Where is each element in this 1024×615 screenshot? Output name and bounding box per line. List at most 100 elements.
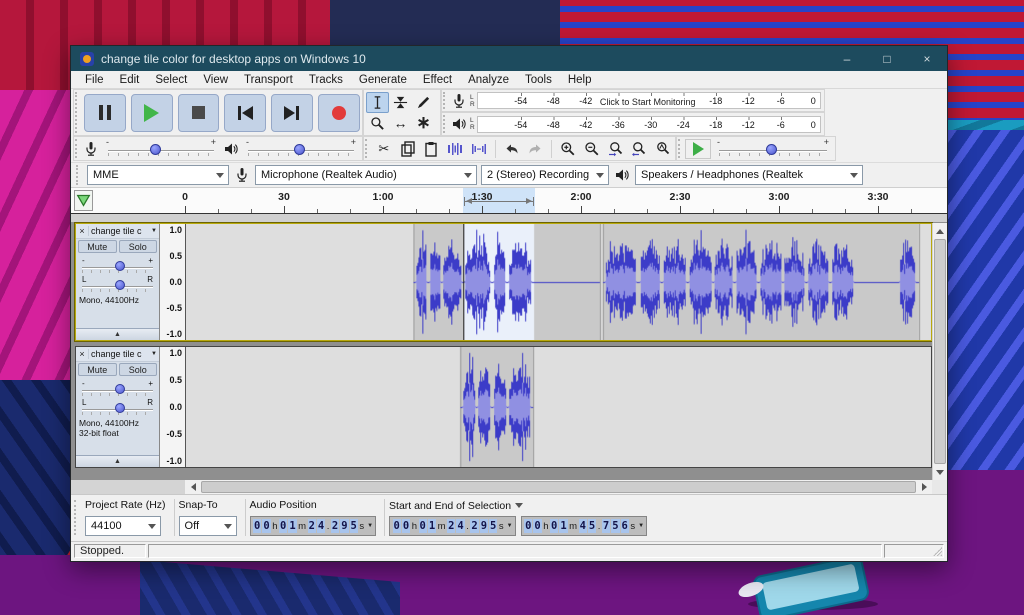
stop-button[interactable]: [178, 94, 220, 132]
zoom-tool-button[interactable]: [366, 113, 389, 134]
time-unit-label[interactable]: h: [542, 521, 549, 532]
track-2-vertical-ruler[interactable]: 1.0 0.5 0.0 -0.5 -1.0: [160, 347, 186, 467]
time-unit-label[interactable]: h: [411, 521, 418, 532]
redo-button[interactable]: [523, 138, 547, 159]
mute-button[interactable]: Mute: [78, 240, 117, 253]
dropdown-arrow-icon[interactable]: ▼: [638, 523, 644, 529]
audio-track-1[interactable]: × change tile c ▼ Mute Solo - +: [75, 223, 932, 341]
time-digit[interactable]: 0: [550, 519, 558, 533]
toolbar-grip[interactable]: [74, 500, 79, 535]
playback-meter-scale[interactable]: -54-48-42-36-30-24-18-12-60: [477, 116, 821, 133]
recording-meter-scale[interactable]: -54-48-42 Click to Start Monitoring -18-…: [477, 92, 821, 109]
silence-audio-button[interactable]: [467, 138, 491, 159]
selection-mode-dropdown[interactable]: Start and End of Selection: [389, 499, 647, 512]
recording-volume-slider[interactable]: - +: [106, 141, 216, 157]
track-collapse-button[interactable]: ▲: [76, 455, 159, 467]
time-digit[interactable]: 0: [533, 519, 541, 533]
zoom-in-button[interactable]: [556, 138, 580, 159]
slider-thumb[interactable]: [115, 403, 125, 413]
time-digit[interactable]: 4: [317, 519, 325, 533]
mute-button[interactable]: Mute: [78, 363, 117, 376]
undo-button[interactable]: [500, 138, 524, 159]
paste-button[interactable]: [419, 138, 443, 159]
time-digit[interactable]: 2: [308, 519, 316, 533]
scroll-down-button[interactable]: [933, 465, 947, 480]
time-digit[interactable]: 6: [621, 519, 629, 533]
time-digit[interactable]: 0: [393, 519, 401, 533]
audio-host-select[interactable]: MME: [87, 165, 229, 185]
trim-audio-button[interactable]: [443, 138, 467, 159]
menu-item[interactable]: Select: [147, 74, 195, 86]
maximize-button[interactable]: □: [867, 46, 907, 71]
timeline-options-button[interactable]: [74, 190, 93, 211]
time-unit-label[interactable]: .: [326, 521, 331, 532]
time-unit-label[interactable]: m: [568, 521, 578, 532]
track-1-vertical-ruler[interactable]: 1.0 0.5 0.0 -0.5 -1.0: [160, 224, 186, 340]
time-unit-label[interactable]: m: [297, 521, 307, 532]
time-digit[interactable]: 4: [579, 519, 587, 533]
menu-item[interactable]: Transport: [236, 74, 301, 86]
track-2-waveform-area[interactable]: [186, 347, 931, 467]
fit-selection-button[interactable]: [604, 138, 628, 159]
slider-thumb[interactable]: [766, 144, 777, 155]
cut-button[interactable]: ✂: [372, 138, 396, 159]
track-close-button[interactable]: ×: [76, 226, 89, 236]
time-digit[interactable]: 0: [419, 519, 427, 533]
vertical-scrollbar-thumb[interactable]: [934, 239, 946, 464]
time-unit-label[interactable]: s: [629, 521, 636, 532]
dropdown-arrow-icon[interactable]: ▼: [507, 523, 513, 529]
slider-thumb[interactable]: [294, 144, 305, 155]
pause-button[interactable]: [84, 94, 126, 132]
draw-tool-button[interactable]: [412, 92, 435, 113]
time-digit[interactable]: 1: [288, 519, 296, 533]
time-digit[interactable]: 5: [611, 519, 619, 533]
record-button[interactable]: [318, 94, 360, 132]
toolbar-grip[interactable]: [75, 92, 80, 133]
track-title[interactable]: change tile c: [89, 349, 151, 359]
time-digit[interactable]: 4: [456, 519, 464, 533]
toolbar-grip[interactable]: [365, 139, 370, 158]
time-digit[interactable]: 5: [350, 519, 358, 533]
titlebar[interactable]: change tile color for desktop apps on Wi…: [71, 46, 947, 71]
time-digit[interactable]: 5: [489, 519, 497, 533]
pan-slider[interactable]: L R: [82, 398, 153, 416]
track-1-control-panel[interactable]: × change tile c ▼ Mute Solo - +: [76, 224, 160, 340]
time-digit[interactable]: 0: [262, 519, 270, 533]
time-digit[interactable]: 1: [428, 519, 436, 533]
selection-tool-button[interactable]: [366, 92, 389, 113]
time-digit[interactable]: 2: [447, 519, 455, 533]
menu-item[interactable]: Edit: [112, 74, 148, 86]
menu-item[interactable]: Effect: [415, 74, 460, 86]
snap-to-select[interactable]: Off: [179, 516, 237, 536]
pan-slider[interactable]: L R: [82, 275, 153, 293]
resize-grip[interactable]: [933, 547, 942, 556]
menu-item[interactable]: Help: [560, 74, 600, 86]
time-digit[interactable]: 2: [470, 519, 478, 533]
toolbar-grip[interactable]: [75, 139, 80, 158]
time-shift-tool-button[interactable]: ↔: [389, 113, 412, 134]
play-at-speed-button[interactable]: [685, 139, 711, 159]
envelope-tool-button[interactable]: [389, 92, 412, 113]
track-menu-dropdown-icon[interactable]: ▼: [151, 351, 157, 357]
track-close-button[interactable]: ×: [76, 349, 89, 359]
time-digit[interactable]: 0: [253, 519, 261, 533]
recording-meter-toolbar[interactable]: LR -54-48-42 Click to Start Monitoring -…: [441, 89, 825, 112]
time-unit-label[interactable]: .: [465, 521, 470, 532]
skip-to-end-button[interactable]: [271, 94, 313, 132]
timeline-ruler[interactable]: 0301:001:302:002:303:003:30: [71, 187, 947, 214]
time-digit[interactable]: 0: [279, 519, 287, 533]
menu-item[interactable]: Tracks: [301, 74, 351, 86]
vertical-scrollbar[interactable]: [932, 223, 947, 480]
slider-thumb[interactable]: [150, 144, 161, 155]
toolbar-grip[interactable]: [678, 139, 683, 158]
time-digit[interactable]: 0: [402, 519, 410, 533]
menu-item[interactable]: Generate: [351, 74, 415, 86]
playback-meter-toolbar[interactable]: LR -54-48-42-36-30-24-18-12-60: [441, 112, 825, 136]
time-digit[interactable]: 9: [480, 519, 488, 533]
time-digit[interactable]: 9: [340, 519, 348, 533]
toolbar-grip[interactable]: [76, 165, 81, 185]
scroll-up-button[interactable]: [933, 223, 947, 238]
dropdown-arrow-icon[interactable]: ▼: [367, 523, 373, 529]
time-digit[interactable]: 1: [559, 519, 567, 533]
zoom-out-button[interactable]: [580, 138, 604, 159]
